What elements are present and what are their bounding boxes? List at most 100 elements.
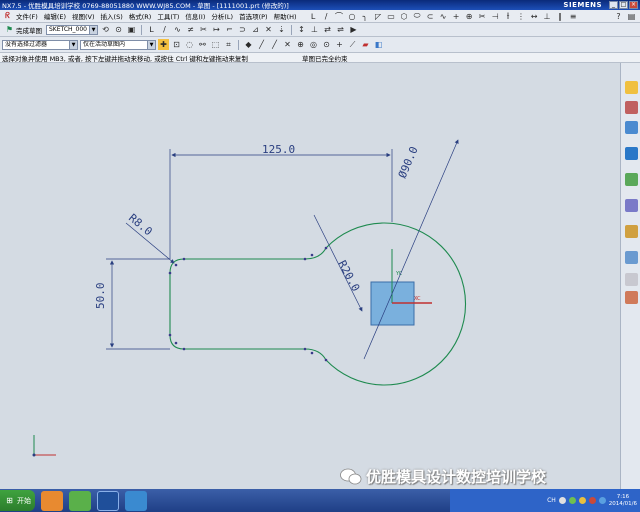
taskbar-nx-icon[interactable]: [97, 490, 119, 511]
sketch-name-dropdown[interactable]: SKETCH_000 ▼: [46, 24, 98, 35]
menu-tools[interactable]: 工具(T): [154, 11, 182, 21]
end-point-icon[interactable]: ◆: [243, 39, 254, 50]
alternate-solution-icon[interactable]: ⇌: [335, 24, 346, 35]
finish-sketch-button[interactable]: ⚑ 完成草图: [2, 24, 44, 35]
quick-extend-icon[interactable]: ↦: [211, 24, 222, 35]
deselect-icon[interactable]: ◌: [184, 39, 195, 50]
line-point-icon[interactable]: ⟋: [347, 39, 358, 50]
link-icon[interactable]: ⚯: [197, 39, 208, 50]
part-navigator-icon[interactable]: [625, 121, 638, 134]
relation-icon[interactable]: ∥: [555, 11, 566, 22]
quadrant-point-icon[interactable]: ◎: [308, 39, 319, 50]
tray-alert-icon[interactable]: [588, 497, 596, 504]
quick-trim-icon[interactable]: ✂: [198, 24, 209, 35]
menu-info[interactable]: 信息(I): [182, 11, 208, 21]
history-icon[interactable]: [625, 225, 638, 238]
geometric-constraint-icon[interactable]: ⊥: [309, 24, 320, 35]
trim-icon[interactable]: ✂: [477, 11, 488, 22]
tray-volume-icon[interactable]: [598, 497, 606, 504]
constraint-icon[interactable]: ⊥: [542, 11, 553, 22]
mid-point-icon[interactable]: ╱: [256, 39, 267, 50]
dim-height-text[interactable]: 50.0: [94, 283, 107, 310]
menu-format[interactable]: 格式(R): [126, 11, 155, 21]
make-corner-icon[interactable]: ⌐: [224, 24, 235, 35]
doc-icon[interactable]: ▤: [626, 11, 637, 22]
dim-corner-radius-text[interactable]: R8.0: [126, 211, 155, 238]
snap-point-icon[interactable]: ✚: [158, 39, 169, 50]
pattern-icon[interactable]: ⋮: [516, 11, 527, 22]
circle-icon[interactable]: ○: [347, 11, 358, 22]
existing-point-icon[interactable]: +: [334, 39, 345, 50]
menu-view[interactable]: 视图(V): [69, 11, 98, 21]
dimension-fillet-radius[interactable]: R20.0: [313, 214, 362, 312]
spline-icon[interactable]: ∿: [438, 11, 449, 22]
reattach-icon[interactable]: ⊙: [113, 24, 124, 35]
intersection-point-icon[interactable]: ✕: [282, 39, 293, 50]
dim-length-text[interactable]: 125.0: [262, 143, 295, 156]
menu-file[interactable]: 文件(F): [13, 11, 41, 21]
sketch-canvas[interactable]: YC XC 125.0 50.0 R8.0 R20.0 Ø90.0: [0, 63, 620, 489]
dimension-height[interactable]: 50.0: [94, 258, 170, 350]
web-browser-icon[interactable]: [625, 199, 638, 212]
dim-fillet-radius-text[interactable]: R20.0: [335, 258, 362, 293]
clock[interactable]: 7:16 2014/01/6: [609, 494, 637, 508]
chamfer-icon[interactable]: ◸: [373, 11, 384, 22]
dimension-icon[interactable]: ↔: [529, 11, 540, 22]
minimize-button[interactable]: _: [609, 1, 618, 9]
update-model-icon[interactable]: ▣: [126, 24, 137, 35]
line-icon[interactable]: /: [321, 11, 332, 22]
reuse-library-icon[interactable]: [625, 147, 638, 160]
process-studio-icon[interactable]: [625, 273, 638, 286]
dimension-corner-radius[interactable]: R8.0: [125, 211, 175, 264]
dim-diameter-text[interactable]: Ø90.0: [396, 145, 421, 181]
cube-view-icon[interactable]: ⬚: [210, 39, 221, 50]
start-button[interactable]: ⊞ 开始: [0, 490, 35, 511]
derived-line-icon[interactable]: ≠: [185, 24, 196, 35]
solid-view-icon[interactable]: ◧: [373, 39, 384, 50]
fillet-icon[interactable]: ╮: [360, 11, 371, 22]
orient-view-icon[interactable]: ⟲: [100, 24, 111, 35]
menu-preferences[interactable]: 首选项(P): [236, 11, 271, 21]
selection-scope-dropdown[interactable]: 仅在活动草图内 ▼: [80, 39, 156, 50]
hd3d-tools-icon[interactable]: [625, 173, 638, 186]
left-rounded-slot[interactable]: [169, 247, 327, 361]
dimension-length[interactable]: 125.0: [169, 143, 393, 259]
taskbar-app-2-icon[interactable]: [69, 490, 91, 511]
point-icon[interactable]: +: [451, 11, 462, 22]
system-materials-icon[interactable]: [625, 251, 638, 264]
animate-dimension-icon[interactable]: ▶: [348, 24, 359, 35]
taskbar-app-1-icon[interactable]: [41, 490, 63, 511]
assembly-navigator-icon[interactable]: [625, 81, 638, 94]
rectangle-icon[interactable]: ▭: [386, 11, 397, 22]
close-button[interactable]: ×: [629, 1, 638, 9]
arc-center-icon[interactable]: ⊕: [295, 39, 306, 50]
snap-toggle-icon[interactable]: ⌗: [223, 39, 234, 50]
select-all-icon[interactable]: ⊡: [171, 39, 182, 50]
taskbar-app-4-icon[interactable]: [125, 490, 147, 511]
sketch-profile[interactable]: [169, 222, 467, 386]
line-tool-icon[interactable]: /: [159, 24, 170, 35]
app-menu-icon[interactable]: ᖇ: [2, 11, 13, 22]
tray-security-icon[interactable]: [578, 497, 586, 504]
menu-analysis[interactable]: 分析(L): [208, 11, 236, 21]
offset-icon[interactable]: ⊕: [464, 11, 475, 22]
conic-icon[interactable]: ⊂: [425, 11, 436, 22]
maximize-button[interactable]: □: [619, 1, 628, 9]
help-icon[interactable]: ?: [613, 11, 624, 22]
arc-icon[interactable]: ⌒: [334, 11, 345, 22]
input-method-indicator[interactable]: CH: [547, 497, 556, 504]
control-point-icon[interactable]: ╱: [269, 39, 280, 50]
show-constraints-icon[interactable]: ≡: [568, 11, 579, 22]
project-curve-icon[interactable]: ⇣: [276, 24, 287, 35]
constraint-navigator-icon[interactable]: [625, 101, 638, 114]
tray-network-icon[interactable]: [568, 497, 576, 504]
color-icon[interactable]: ▰: [360, 39, 371, 50]
profile-tool-icon[interactable]: ᒪ: [146, 24, 157, 35]
intersection-icon[interactable]: ✕: [263, 24, 274, 35]
selection-filter-dropdown[interactable]: 没有选择过滤器 ▼: [2, 39, 78, 50]
mirror-icon[interactable]: ⫲: [503, 11, 514, 22]
menu-insert[interactable]: 插入(S): [98, 11, 126, 21]
convert-reference-icon[interactable]: ⇄: [322, 24, 333, 35]
mirror-curve-icon[interactable]: ⊿: [250, 24, 261, 35]
offset-curve-icon[interactable]: ⊃: [237, 24, 248, 35]
